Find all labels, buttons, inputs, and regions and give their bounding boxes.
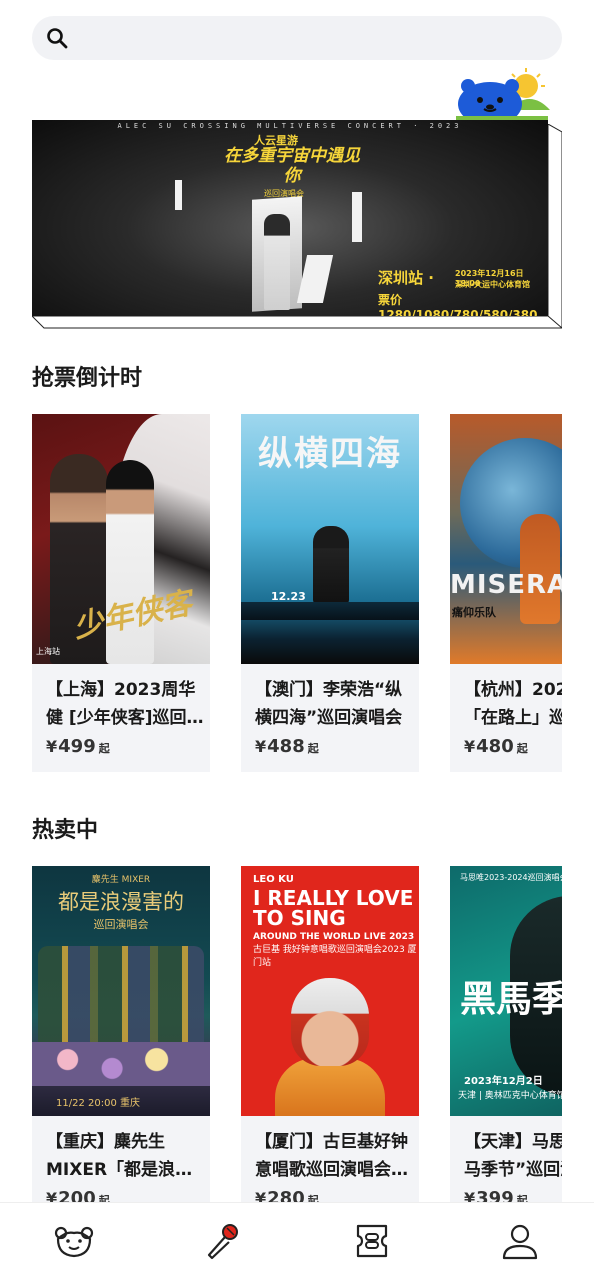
ticket-icon: [356, 1224, 388, 1258]
poster-title: 都是浪漫害的: [58, 890, 184, 914]
poster-artist: LEO KU: [253, 874, 294, 885]
poster-subtitle: AROUND THE WORLD LIVE 2023: [253, 932, 415, 942]
banner-panel: [352, 192, 362, 242]
poster-subtitle: 痛仰乐队: [452, 606, 496, 619]
event-name: 【天津】马思唯“黑马季节”巡回演唱会: [464, 1132, 562, 1180]
banner-topline: ALEC SU CROSSING MULTIVERSE CONCERT · 20…: [117, 122, 463, 130]
event-poster: 马思唯2023-2024巡回演唱会 黑馬季節 2023年12月2日 天津 | 奥…: [450, 866, 562, 1116]
banner-frame: [32, 316, 562, 329]
event-price: ¥499 起: [46, 736, 110, 757]
event-price: ¥480 起: [464, 736, 528, 757]
profile-icon: [502, 1224, 538, 1260]
event-poster: MISERABLE 痛仰乐队: [450, 414, 562, 664]
event-card[interactable]: 麋先生 MIXER 都是浪漫害的 巡回演唱会 11/22 20:00 重庆 【重…: [32, 866, 210, 1224]
banner-city: 深圳站 ·: [378, 269, 434, 287]
event-poster: 麋先生 MIXER 都是浪漫害的 巡回演唱会 11/22 20:00 重庆: [32, 866, 210, 1116]
home-icon: [54, 1226, 94, 1258]
mascot-icon: [456, 68, 550, 124]
poster-title: MISERABLE: [450, 570, 562, 600]
banner-artist: [264, 214, 290, 310]
nav-home[interactable]: [52, 1219, 96, 1263]
poster-title: I REALLY LOVE TO SING: [253, 886, 414, 930]
search-icon: [47, 28, 68, 49]
event-price: ¥488 起: [255, 736, 319, 757]
banner-panel: [296, 255, 334, 303]
banner-panel: [175, 180, 182, 210]
mic-icon: [207, 1224, 238, 1260]
event-card[interactable]: 马思唯2023-2024巡回演唱会 黑馬季節 2023年12月2日 天津 | 奥…: [450, 866, 562, 1224]
banner-frame: [548, 124, 562, 328]
poster-title: 黑馬季節: [460, 979, 562, 1020]
event-poster: LEO KU I REALLY LOVE TO SING AROUND THE …: [241, 866, 419, 1116]
event-card[interactable]: MISERABLE 痛仰乐队 【杭州】2023痛仰「在路上」巡演 ¥480起: [450, 414, 562, 772]
section-title-countdown: 抢票倒计时: [32, 366, 143, 391]
section-title-hot: 热卖中: [32, 818, 99, 843]
nav-tickets[interactable]: [350, 1219, 394, 1263]
search-input[interactable]: [82, 16, 542, 60]
poster-date: 12.23: [271, 590, 306, 603]
poster-subtitle: 巡回演唱会: [93, 918, 149, 931]
event-name: 【厦门】古巨基好钟意唱歌巡回演唱会2023: [255, 1132, 408, 1180]
banner-venue: 深圳·大运中心体育馆: [455, 280, 531, 289]
poster-caption: 古巨基 我好钟意唱歌巡回演唱会2023 厦门站: [253, 945, 417, 968]
poster-tag: 上海站: [36, 647, 60, 656]
poster-date: 2023年12月2日: [464, 1076, 543, 1087]
event-card[interactable]: LEO KU I REALLY LOVE TO SING AROUND THE …: [241, 866, 419, 1224]
poster-venue: 天津 | 奥林匹克中心体育馆: [458, 1091, 562, 1101]
poster-caption: 马思唯2023-2024巡回演唱会: [460, 873, 562, 882]
event-poster: 纵横四海 12.23: [241, 414, 419, 664]
bottom-nav: [0, 1202, 594, 1280]
poster-date: 11/22 20:00 重庆: [56, 1098, 140, 1109]
nav-concerts[interactable]: [200, 1219, 244, 1263]
banner-price: 票价1280/1080/780/580/380: [378, 293, 538, 316]
event-name: 【澳门】李荣浩“纵横四海”巡回演唱会: [255, 680, 403, 728]
hot-list[interactable]: 麋先生 MIXER 都是浪漫害的 巡回演唱会 11/22 20:00 重庆 【重…: [32, 866, 562, 1226]
countdown-list[interactable]: 少年侠客 上海站 【上海】2023周华健 [少年侠客]巡回演唱会 ¥499起 纵…: [32, 414, 562, 774]
event-card[interactable]: 少年侠客 上海站 【上海】2023周华健 [少年侠客]巡回演唱会 ¥499起: [32, 414, 210, 772]
search-bar[interactable]: [32, 16, 562, 60]
promo-banner[interactable]: ALEC SU CROSSING MULTIVERSE CONCERT · 20…: [32, 120, 548, 316]
event-name: 【重庆】麋先生MIXER「都是浪漫害的」巡回演唱会: [46, 1132, 193, 1180]
event-name: 【上海】2023周华健 [少年侠客]巡回演唱会: [46, 680, 204, 728]
poster-title: 纵横四海: [258, 434, 402, 474]
poster-brand: 麋先生 MIXER: [91, 875, 151, 885]
banner-title: 在多重宇宙中遇见你: [224, 146, 360, 186]
event-name: 【杭州】2023痛仰「在路上」巡演: [464, 680, 562, 728]
event-card[interactable]: 纵横四海 12.23 【澳门】李荣浩“纵横四海”巡回演唱会 ¥488 起: [241, 414, 419, 772]
event-poster: 少年侠客 上海站: [32, 414, 210, 664]
nav-profile[interactable]: [498, 1219, 542, 1263]
